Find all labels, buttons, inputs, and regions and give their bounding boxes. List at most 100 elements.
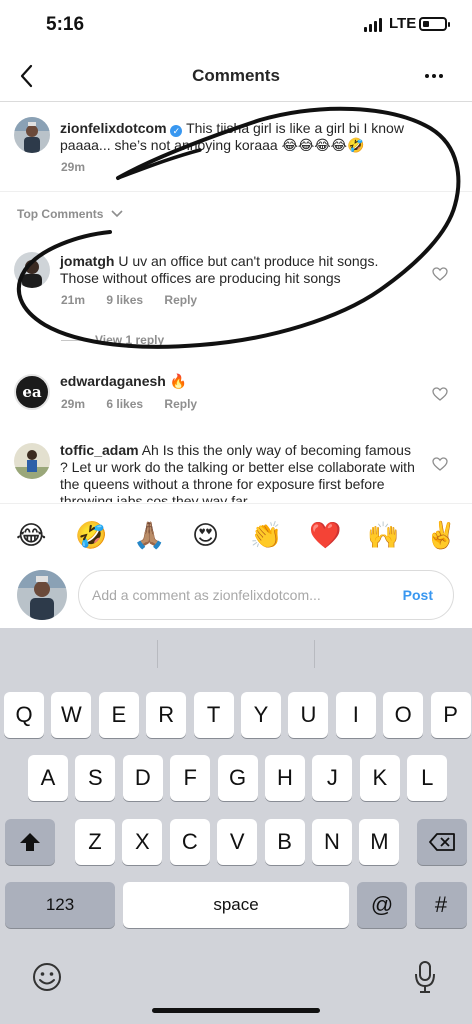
key-f[interactable]: F xyxy=(170,755,211,801)
at-key[interactable]: @ xyxy=(357,882,407,928)
shift-key[interactable] xyxy=(5,819,55,865)
key-r[interactable]: R xyxy=(146,692,187,738)
avatar-photo xyxy=(14,252,50,288)
key-p[interactable]: P xyxy=(430,692,471,738)
emoji-keyboard-icon[interactable] xyxy=(32,962,62,992)
keyboard: QWERTYUIOP ASDFGHJKL ZXCVBNM 123 space @… xyxy=(0,628,472,1024)
view-replies-label: View 1 reply xyxy=(95,333,165,347)
comment-body: 🔥 xyxy=(165,373,188,389)
shift-icon xyxy=(20,833,40,851)
status-bar: 5:16 LTE xyxy=(0,0,472,50)
emoji-button[interactable]: 🙏🏽 xyxy=(133,520,165,550)
like-heart-icon[interactable] xyxy=(432,457,448,471)
avatar-logo: ea xyxy=(22,383,42,401)
reply-button[interactable]: Reply xyxy=(164,397,197,411)
emoji-button[interactable]: ❤️ xyxy=(309,520,341,550)
comment-username[interactable]: toffic_adam xyxy=(60,442,139,458)
page-title: Comments xyxy=(192,66,280,85)
network-label: LTE xyxy=(389,15,417,32)
avatar-photo xyxy=(14,117,50,153)
comment-input-placeholder: Add a comment as zionfelixdotcom... xyxy=(92,587,321,603)
key-b[interactable]: B xyxy=(264,819,305,865)
signal-icon xyxy=(364,18,382,32)
emoji-button[interactable]: ✌️ xyxy=(425,520,457,550)
caption-meta: 29m xyxy=(61,160,103,174)
key-o[interactable]: O xyxy=(383,692,424,738)
key-q[interactable]: Q xyxy=(4,692,44,738)
key-g[interactable]: G xyxy=(217,755,258,801)
comment-likes[interactable]: 9 likes xyxy=(106,293,143,307)
hash-key[interactable]: # xyxy=(415,882,467,928)
key-e[interactable]: E xyxy=(98,692,139,738)
emoji-quick-bar: 😂 🤣 🙏🏽 😍 👏 ❤️ 🙌 ✌️ xyxy=(0,503,472,565)
status-time: 5:16 xyxy=(46,14,85,35)
caption-username[interactable]: zionfelixdotcom xyxy=(60,120,167,136)
comment-likes[interactable]: 6 likes xyxy=(106,397,143,411)
comment-input-row: Add a comment as zionfelixdotcom... Post xyxy=(0,565,472,628)
comments-header: Comments xyxy=(0,52,472,102)
comment-time: 21m xyxy=(61,293,86,307)
verified-badge-icon: ✓ xyxy=(170,125,183,137)
chevron-down-icon xyxy=(111,210,124,218)
key-c[interactable]: C xyxy=(169,819,210,865)
emoji-button[interactable]: 😂 xyxy=(16,520,46,550)
key-i[interactable]: I xyxy=(335,692,376,738)
battery-icon xyxy=(419,17,450,31)
microphone-icon[interactable] xyxy=(414,960,436,994)
key-n[interactable]: N xyxy=(312,819,352,865)
home-indicator xyxy=(152,1008,320,1013)
key-a[interactable]: A xyxy=(28,755,68,801)
emoji-button[interactable]: 🙌 xyxy=(367,520,399,550)
divider xyxy=(0,191,472,192)
key-t[interactable]: T xyxy=(193,692,234,738)
caption-time: 29m xyxy=(61,160,86,174)
comment-time: 29m xyxy=(61,397,86,411)
key-l[interactable]: L xyxy=(407,755,448,801)
like-heart-icon[interactable] xyxy=(432,267,448,281)
key-w[interactable]: W xyxy=(51,692,92,738)
emoji-button[interactable]: 👏 xyxy=(250,520,282,550)
key-s[interactable]: S xyxy=(75,755,116,801)
comment-text: toffic_adam Ah Is this the only way of b… xyxy=(60,442,420,502)
key-x[interactable]: X xyxy=(122,819,163,865)
comment-avatar-jomatgh[interactable] xyxy=(14,252,50,288)
comment-avatar-edwardaganesh[interactable]: ea xyxy=(14,374,50,410)
current-user-avatar xyxy=(17,570,67,620)
key-u[interactable]: U xyxy=(288,692,329,738)
comment-meta: 29m 6 likes Reply xyxy=(61,397,215,411)
like-heart-icon[interactable] xyxy=(432,387,448,401)
comment-username[interactable]: edwardaganesh xyxy=(60,373,166,389)
key-m[interactable]: M xyxy=(359,819,400,865)
key-v[interactable]: V xyxy=(217,819,258,865)
emoji-button[interactable]: 😍 xyxy=(192,520,219,550)
suggestion-bar xyxy=(0,628,472,680)
more-options-button[interactable] xyxy=(422,62,446,90)
caption-text: zionfelixdotcom ✓ This tiisha girl is li… xyxy=(60,120,430,154)
reply-button[interactable]: Reply xyxy=(164,293,197,307)
view-replies-button[interactable]: View 1 reply xyxy=(61,333,164,347)
comment-meta: 21m 9 likes Reply xyxy=(61,293,215,307)
delete-key[interactable] xyxy=(417,819,467,865)
avatar-photo xyxy=(14,443,50,479)
comment-avatar-toffic-adam[interactable] xyxy=(14,443,50,479)
key-k[interactable]: K xyxy=(359,755,400,801)
reply-line xyxy=(61,339,85,341)
avatar-photo xyxy=(17,570,67,620)
post-button[interactable]: Post xyxy=(403,587,433,603)
key-h[interactable]: H xyxy=(265,755,305,801)
comment-input[interactable]: Add a comment as zionfelixdotcom... Post xyxy=(78,570,454,620)
space-key[interactable]: space xyxy=(123,882,349,928)
backspace-icon xyxy=(429,833,455,851)
key-j[interactable]: J xyxy=(312,755,353,801)
comment-username[interactable]: jomatgh xyxy=(60,253,114,269)
caption-avatar[interactable] xyxy=(14,117,50,153)
comment-text: edwardaganesh 🔥 xyxy=(60,373,410,390)
key-z[interactable]: Z xyxy=(75,819,115,865)
emoji-button[interactable]: 🤣 xyxy=(75,520,107,550)
sort-dropdown[interactable]: Top Comments xyxy=(17,207,124,221)
more-icon xyxy=(425,74,429,78)
key-d[interactable]: D xyxy=(122,755,163,801)
key-y[interactable]: Y xyxy=(241,692,281,738)
numbers-key[interactable]: 123 xyxy=(5,882,115,928)
comment-text: jomatgh U uv an office but can't produce… xyxy=(60,253,410,287)
